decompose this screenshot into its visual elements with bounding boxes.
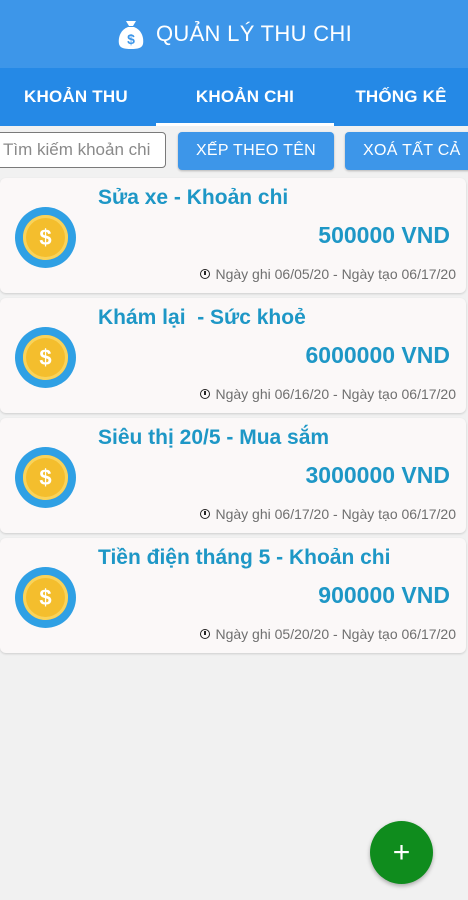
tab-label: KHOẢN CHI	[195, 87, 295, 106]
item-title: Tiền điện tháng 5 - Khoản chi	[98, 546, 391, 569]
app-bar: $ QUẢN LÝ THU CHI	[0, 0, 468, 68]
svg-text:$: $	[127, 31, 135, 47]
item-dates: Ngày ghi 06/17/20 - Ngày tạo 06/17/20	[200, 506, 456, 522]
item-dates: Ngày ghi 05/20/20 - Ngày tạo 06/17/20	[200, 626, 456, 642]
delete-all-button[interactable]: XOÁ TẤT CẢ	[345, 132, 468, 170]
tab-label: KHOẢN THU	[24, 87, 128, 106]
list-item[interactable]: $ Khám lại - Sức khoẻ 6000000 VND Ngày g…	[0, 298, 466, 413]
tab-label: THỐNG KÊ	[355, 87, 447, 106]
item-dates: Ngày ghi 06/16/20 - Ngày tạo 06/17/20	[200, 386, 456, 402]
add-expense-button[interactable]: +	[370, 821, 433, 884]
sort-by-name-button[interactable]: XẾP THEO TÊN	[178, 132, 334, 170]
list-item[interactable]: $ Siêu thị 20/5 - Mua sắm 3000000 VND Ng…	[0, 418, 466, 533]
item-title: Siêu thị 20/5 - Mua sắm	[98, 426, 330, 449]
money-bag-icon: $	[118, 21, 144, 49]
tab-thong-ke[interactable]: THỐNG KÊ	[334, 68, 468, 126]
item-title: Sửa xe - Khoản chi	[98, 186, 289, 209]
list-item[interactable]: $ Sửa xe - Khoản chi 500000 VND Ngày ghi…	[0, 178, 466, 293]
list-item[interactable]: $ Tiền điện tháng 5 - Khoản chi 900000 V…	[0, 538, 466, 653]
item-dates: Ngày ghi 06/05/20 - Ngày tạo 06/17/20	[200, 266, 456, 282]
coin-icon: $	[15, 207, 76, 268]
item-amount: 6000000 VND	[305, 342, 451, 368]
tab-bar: KHOẢN THU KHOẢN CHI THỐNG KÊ	[0, 68, 468, 126]
clock-icon	[200, 269, 211, 279]
clock-icon	[200, 629, 211, 639]
clock-icon	[200, 389, 211, 399]
item-amount: 3000000 VND	[305, 462, 451, 488]
coin-icon: $	[15, 447, 76, 508]
action-row: XẾP THEO TÊN XOÁ TẤT CẢ	[0, 126, 468, 178]
item-amount: 500000 VND	[318, 222, 450, 248]
coin-icon: $	[15, 567, 76, 628]
tab-khoan-thu[interactable]: KHOẢN THU	[0, 68, 156, 126]
item-amount: 900000 VND	[318, 582, 450, 608]
item-title: Khám lại - Sức khoẻ	[98, 306, 306, 329]
coin-icon: $	[15, 327, 76, 388]
plus-icon: +	[392, 835, 411, 869]
app-title: QUẢN LÝ THU CHI	[155, 21, 352, 46]
search-input[interactable]	[0, 132, 166, 168]
clock-icon	[200, 509, 211, 519]
tab-khoan-chi[interactable]: KHOẢN CHI	[156, 68, 334, 126]
